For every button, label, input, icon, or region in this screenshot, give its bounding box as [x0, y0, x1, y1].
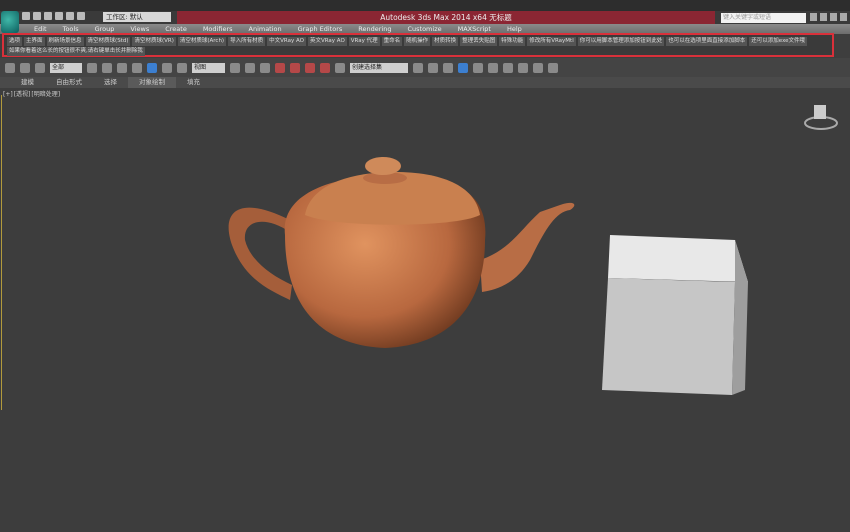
viewcube-icon[interactable]: [804, 105, 838, 130]
teapot[interactable]: [228, 157, 575, 348]
app-logo-button[interactable]: [1, 11, 19, 33]
scene: [228, 105, 838, 395]
box[interactable]: [602, 235, 748, 395]
